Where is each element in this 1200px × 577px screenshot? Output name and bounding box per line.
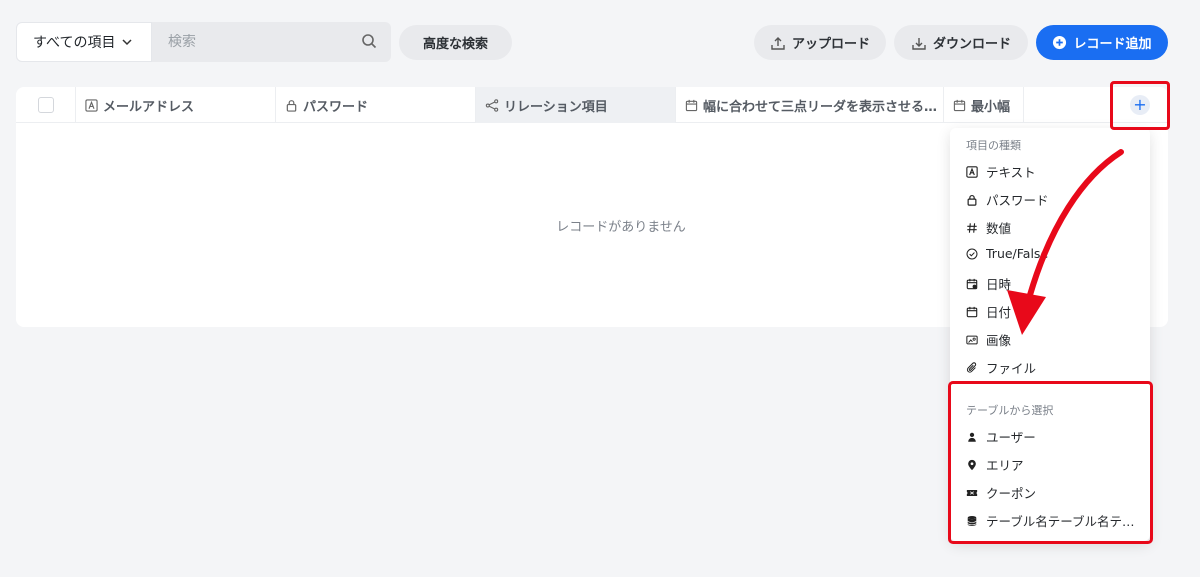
lock-icon — [286, 99, 297, 112]
column-header-label: リレーション項目 — [504, 99, 608, 115]
plus-circle-icon — [1053, 35, 1067, 50]
highlight-box-table-group — [948, 381, 1153, 544]
field-type-datetime[interactable]: 日時 — [966, 274, 1136, 293]
highlight-box-add-column — [1110, 81, 1170, 130]
field-type-label: テキスト — [986, 165, 1036, 180]
select-all-cell — [16, 87, 76, 123]
lock-icon — [967, 194, 977, 206]
field-type-text[interactable]: テキスト — [966, 162, 1136, 181]
text-a-icon — [966, 165, 978, 178]
download-button[interactable]: ダウンロード — [894, 25, 1028, 60]
chevron-down-icon — [122, 39, 132, 46]
column-header-label: パスワード — [303, 99, 369, 115]
column-header-relation[interactable]: リレーション項目 — [476, 87, 676, 123]
calendar-clock-icon — [966, 278, 978, 289]
field-type-label: True/False — [986, 246, 1049, 261]
text-a-icon — [85, 98, 98, 112]
advanced-search-button[interactable]: 高度な検索 — [399, 25, 512, 60]
scope-select[interactable]: すべての項目 — [16, 22, 152, 62]
add-record-label: レコード追加 — [1073, 37, 1152, 52]
image-icon — [966, 335, 978, 344]
column-header-password[interactable]: パスワード — [276, 87, 476, 123]
field-type-number[interactable]: 数値 — [966, 218, 1136, 237]
download-label: ダウンロード — [932, 37, 1011, 52]
scope-select-label: すべての項目 — [33, 35, 116, 51]
field-type-label: ファイル — [986, 361, 1037, 376]
upload-button[interactable]: アップロード — [754, 25, 886, 60]
field-type-label: 日時 — [986, 277, 1012, 292]
calendar-icon — [966, 306, 978, 317]
field-type-date[interactable]: 日付 — [966, 302, 1136, 321]
search-icon[interactable] — [361, 33, 377, 49]
field-type-password[interactable]: パスワード — [966, 190, 1136, 209]
calendar-icon — [953, 99, 966, 111]
field-type-label: 画像 — [986, 333, 1012, 348]
field-type-label: 数値 — [986, 221, 1012, 236]
column-header-email[interactable]: メールアドレス — [76, 87, 276, 123]
search-box — [152, 22, 391, 62]
column-header-ellipsis[interactable]: 幅に合わせて三点リーダを表示させる… — [676, 87, 944, 123]
search-input[interactable] — [168, 34, 348, 50]
calendar-icon — [685, 99, 698, 111]
field-type-label: 日付 — [986, 305, 1012, 320]
download-icon — [912, 37, 926, 50]
check-circle-icon — [966, 248, 978, 259]
field-type-image[interactable]: 画像 — [966, 330, 1136, 349]
paperclip-icon — [967, 361, 977, 373]
upload-icon — [771, 36, 785, 50]
upload-label: アップロード — [791, 37, 870, 52]
field-type-boolean[interactable]: True/False — [966, 246, 1136, 261]
column-header-label: 幅に合わせて三点リーダを表示させる… — [703, 99, 938, 115]
select-all-checkbox[interactable] — [37, 97, 54, 113]
table-header: メールアドレス パスワード リレーション項目 幅に合わせて三点リーダを表示させる… — [16, 87, 1168, 123]
field-type-label: パスワード — [986, 193, 1049, 208]
advanced-search-label: 高度な検索 — [422, 37, 488, 52]
column-header-min-width[interactable]: 最小幅 — [944, 87, 1024, 123]
column-header-label: 最小幅 — [971, 99, 1011, 115]
toolbar: すべての項目 高度な検索 アップロード ダウンロード レコード追加 — [16, 22, 1168, 62]
field-types-heading: 項目の種類 — [966, 139, 1021, 152]
hash-icon — [967, 222, 977, 233]
column-header-label: メールアドレス — [103, 99, 195, 115]
field-type-file[interactable]: ファイル — [966, 358, 1136, 377]
share-icon — [485, 98, 499, 112]
add-record-button[interactable]: レコード追加 — [1036, 25, 1168, 60]
